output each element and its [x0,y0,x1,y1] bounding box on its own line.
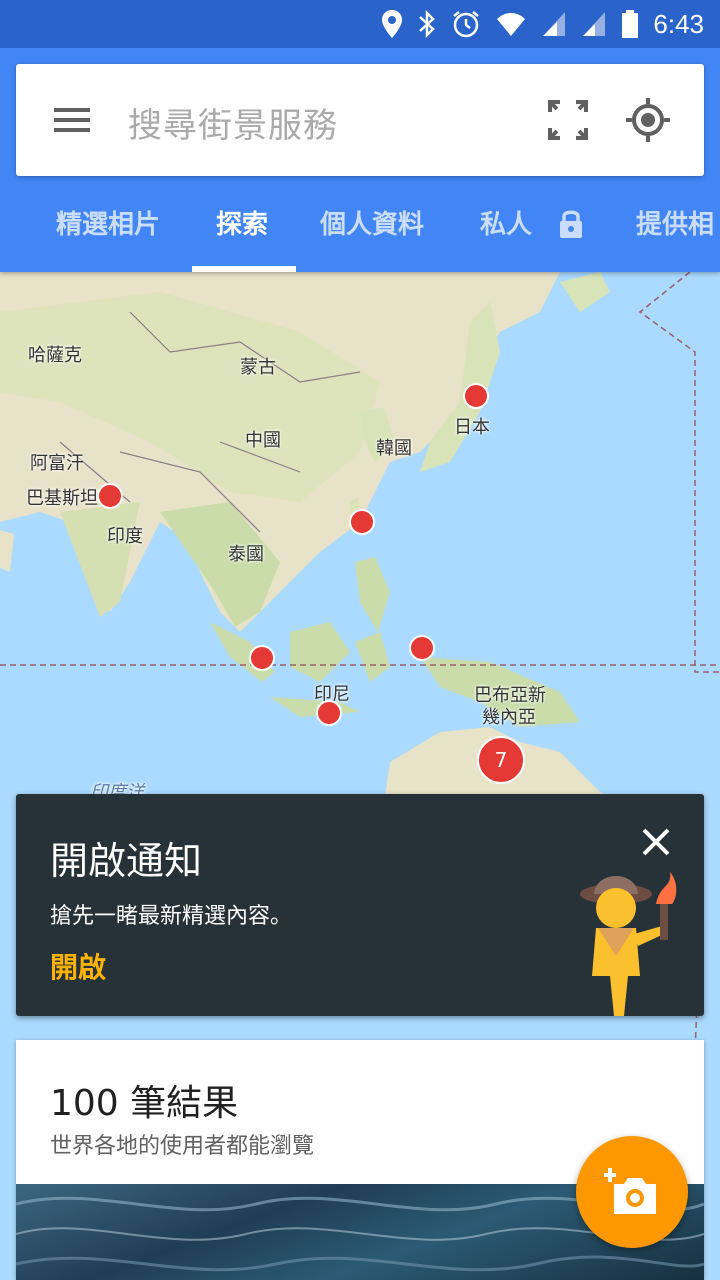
bluetooth-icon [419,9,436,39]
tab-contribute[interactable]: 提供相 [636,178,714,272]
app-bar: 搜尋街景服務 精選相片 探索 個人資料 私人 提供相 [0,48,720,272]
fullscreen-icon[interactable] [548,100,588,140]
map-pin[interactable] [349,509,375,535]
close-icon[interactable] [636,822,676,862]
map-label-india: 印度 [107,526,143,547]
results-title: 100 筆結果 [50,1083,239,1124]
map-label-kazakhstan: 哈薩克 [28,345,82,366]
alarm-icon [453,11,480,38]
notification-title: 開啟通知 [50,839,203,883]
map-label-pakistan: 巴基斯坦 [26,488,98,509]
tab-bar: 精選相片 探索 個人資料 私人 提供相 [0,178,720,272]
status-bar: 6:43 [0,0,720,48]
wifi-icon [497,13,526,36]
map-label-thailand: 泰國 [228,544,264,565]
map-label-mongolia: 蒙古 [240,357,276,378]
status-time: 6:43 [653,8,704,39]
tab-private[interactable]: 私人 [480,178,532,272]
map-label-afghanistan: 阿富汗 [30,453,84,474]
map-pin[interactable] [409,635,435,661]
location-icon [382,10,403,38]
results-subtitle: 世界各地的使用者都能瀏覽 [50,1134,315,1159]
add-camera-icon [604,1168,656,1214]
my-location-icon[interactable] [624,96,672,144]
enable-notifications-button[interactable]: 開啟 [50,946,106,986]
map-pin-cluster[interactable]: 7 [477,736,525,784]
map-pin[interactable] [316,700,342,726]
map-label-japan: 日本 [454,417,490,438]
map-label-china: 中國 [245,430,281,451]
map-pin[interactable] [97,483,123,509]
menu-icon[interactable] [52,102,92,138]
signal-icon [543,12,566,36]
search-box[interactable]: 搜尋街景服務 [16,64,704,176]
tab-explore[interactable]: 探索 [216,178,268,272]
signal-2-icon [583,12,606,36]
map-pin[interactable] [463,383,489,409]
lock-icon [560,210,582,238]
map-label-korea: 韓國 [376,438,412,459]
map-pin[interactable] [249,645,275,671]
notification-description: 搶先一睹最新精選內容。 [50,904,293,929]
add-photo-button[interactable] [576,1136,688,1248]
map-label-png-line2: 幾內亞 [482,707,536,728]
battery-icon [622,10,639,38]
tab-profile[interactable]: 個人資料 [320,178,424,272]
tab-indicator [192,266,296,272]
notification-card: 開啟通知 搶先一睹最新精選內容。 開啟 [16,794,704,1016]
pegman-explorer-icon [580,872,677,1016]
tab-featured-photos[interactable]: 精選相片 [56,178,160,272]
search-input[interactable]: 搜尋街景服務 [128,98,338,147]
